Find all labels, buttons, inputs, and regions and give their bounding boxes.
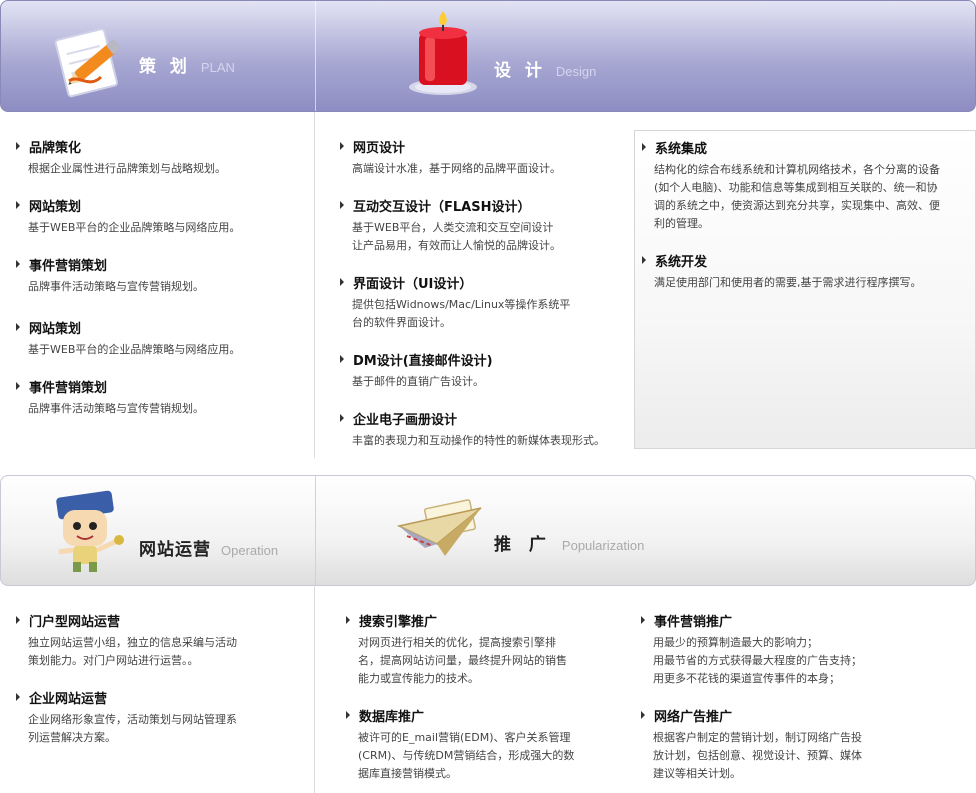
operation-item-title[interactable]: 门户型网站运营 — [29, 611, 120, 630]
plan-item-title[interactable]: 网站策划 — [29, 196, 81, 215]
plan-item-title[interactable]: 品牌策化 — [29, 137, 81, 156]
plan-item-title[interactable]: 事件营销策划 — [29, 255, 107, 274]
operation-item[interactable]: 企业网站运营 企业网络形象宣传，活动策划与网站管理系 列运营解决方案。 — [16, 688, 306, 747]
operation-subtitle: Operation — [221, 543, 279, 558]
design-header: 设 计 Design — [494, 56, 596, 81]
column-divider-bottom — [314, 586, 315, 793]
design-item-desc: 丰富的表现力和互动操作的特性的新媒体表现形式。 — [352, 434, 605, 447]
arrow-right-icon — [340, 278, 344, 286]
system-item-desc: 满足使用部门和使用者的需要,基于需求进行程序撰写。 — [654, 276, 922, 289]
arrow-right-icon — [16, 201, 20, 209]
system-item-desc: 结构化的综合布线系统和计算机网络技术，各个分离的设备 (如个人电脑)、功能和信息… — [654, 163, 940, 230]
arrow-right-icon — [16, 260, 20, 268]
arrow-right-icon — [16, 323, 20, 331]
arrow-right-icon — [16, 616, 20, 624]
system-item[interactable]: 系统开发 满足使用部门和使用者的需要,基于需求进行程序撰写。 — [642, 251, 972, 292]
plan-item[interactable]: 事件营销策划 品牌事件活动策略与宣传营销规划。 — [16, 377, 306, 418]
plan-header: 策 划 PLAN — [139, 52, 235, 77]
arrow-right-icon — [340, 201, 344, 209]
system-item-title[interactable]: 系统集成 — [655, 138, 707, 157]
operation-item-desc: 企业网络形象宣传，活动策划与网站管理系 列运营解决方案。 — [28, 713, 237, 744]
design-subtitle: Design — [555, 64, 597, 79]
cartoon-character-icon — [49, 490, 129, 580]
promotion-item-desc: 对网页进行相关的优化，提高搜索引擎排 名，提高网站访问量，最终提升网站的销售 能… — [358, 636, 567, 685]
plan-item-desc: 基于WEB平台的企业品牌策略与网络应用。 — [28, 343, 241, 356]
design-item-desc: 基于邮件的直销广告设计。 — [352, 375, 484, 388]
design-item[interactable]: DM设计(直接邮件设计) 基于邮件的直销广告设计。 — [340, 350, 630, 391]
arrow-right-icon — [641, 711, 645, 719]
column-divider-top — [314, 112, 315, 458]
operation-header: 网站运营 Operation — [139, 535, 278, 560]
plan-item-title[interactable]: 事件营销策划 — [29, 377, 107, 396]
design-item-desc: 高端设计水准，基于网络的品牌平面设计。 — [352, 162, 561, 175]
design-item-desc: 提供包括Widnows/Mac/Linux等操作系统平 台的软件界面设计。 — [352, 298, 571, 329]
promotion-item-title[interactable]: 搜索引擎推广 — [359, 611, 437, 630]
header-divider — [315, 1, 316, 111]
system-item[interactable]: 系统集成 结构化的综合布线系统和计算机网络技术，各个分离的设备 (如个人电脑)、… — [642, 138, 972, 233]
plan-item-desc: 品牌事件活动策略与宣传营销规划。 — [28, 402, 204, 415]
top-header-band: 策 划 PLAN 设 计 Design — [0, 0, 976, 112]
arrow-right-icon — [642, 143, 646, 151]
plan-item[interactable]: 网站策划 基于WEB平台的企业品牌策略与网络应用。 — [16, 318, 306, 359]
bottom-header-band: 网站运营 Operation 推 广 Popularization — [0, 475, 976, 586]
arrow-right-icon — [642, 256, 646, 264]
arrow-right-icon — [340, 355, 344, 363]
arrow-right-icon — [346, 711, 350, 719]
design-item[interactable]: 界面设计（UI设计） 提供包括Widnows/Mac/Linux等操作系统平 台… — [340, 273, 630, 332]
design-item-title[interactable]: 企业电子画册设计 — [353, 409, 457, 428]
operation-item-desc: 独立网站运营小组，独立的信息采编与活动 策划能力。对门户网站进行运营。。 — [28, 636, 237, 667]
promotion-item-desc: 根据客户制定的营销计划，制订网络广告投 放计划，包括创意、视觉设计、预算、媒体 … — [653, 731, 862, 780]
header-divider — [315, 476, 316, 585]
arrow-right-icon — [346, 616, 350, 624]
plan-subtitle: PLAN — [200, 60, 235, 75]
plan-item-desc: 基于WEB平台的企业品牌策略与网络应用。 — [28, 221, 241, 234]
arrow-right-icon — [16, 142, 20, 150]
promotion-item[interactable]: 网络广告推广 根据客户制定的营销计划，制订网络广告投 放计划，包括创意、视觉设计… — [641, 706, 961, 783]
plan-item[interactable]: 网站策划 基于WEB平台的企业品牌策略与网络应用。 — [16, 196, 306, 237]
plan-item[interactable]: 事件营销策划 品牌事件活动策略与宣传营销规划。 — [16, 255, 306, 296]
promotion-subtitle: Popularization — [561, 538, 645, 553]
plan-title: 策 划 — [139, 57, 191, 77]
system-item-title[interactable]: 系统开发 — [655, 251, 707, 270]
design-item[interactable]: 互动交互设计（FLASH设计） 基于WEB平台，人类交流和交互空间设计 让产品易… — [340, 196, 630, 255]
design-item[interactable]: 网页设计 高端设计水准，基于网络的品牌平面设计。 — [340, 137, 630, 178]
promotion-item[interactable]: 数据库推广 被许可的E_mail营销(EDM)、客户关系管理 (CRM)、与传统… — [346, 706, 636, 783]
plan-item[interactable]: 品牌策化 根据企业属性进行品牌策划与战略规划。 — [16, 137, 306, 178]
design-item-title[interactable]: 互动交互设计（FLASH设计） — [353, 196, 530, 215]
promotion-item-title[interactable]: 事件营销推广 — [654, 611, 732, 630]
design-title: 设 计 — [494, 61, 546, 81]
promotion-title: 推 广 — [494, 535, 552, 555]
promotion-item[interactable]: 搜索引擎推广 对网页进行相关的优化，提高搜索引擎排 名，提高网站访问量，最终提升… — [346, 611, 636, 688]
operation-item-title[interactable]: 企业网站运营 — [29, 688, 107, 707]
design-item-title[interactable]: 界面设计（UI设计） — [353, 273, 472, 292]
design-item[interactable]: 企业电子画册设计 丰富的表现力和互动操作的特性的新媒体表现形式。 — [340, 409, 632, 450]
promotion-item-title[interactable]: 网络广告推广 — [654, 706, 732, 725]
design-item-title[interactable]: DM设计(直接邮件设计) — [353, 350, 493, 369]
promotion-item-desc: 用最少的预算制造最大的影响力； 用最节省的方式获得最大程度的广告支持； 用更多不… — [653, 636, 862, 685]
design-item-desc: 基于WEB平台，人类交流和交互空间设计 让产品易用，有效而让人愉悦的品牌设计。 — [352, 221, 561, 252]
promotion-header: 推 广 Popularization — [494, 530, 644, 555]
design-item-title[interactable]: 网页设计 — [353, 137, 405, 156]
promotion-item-desc: 被许可的E_mail营销(EDM)、客户关系管理 (CRM)、与传统DM营销结合… — [358, 731, 575, 780]
arrow-right-icon — [340, 414, 344, 422]
arrow-right-icon — [641, 616, 645, 624]
plan-item-desc: 品牌事件活动策略与宣传营销规划。 — [28, 280, 204, 293]
paper-plane-envelope-icon — [396, 496, 487, 566]
pencil-paper-icon — [49, 19, 131, 107]
plan-item-desc: 根据企业属性进行品牌策划与战略规划。 — [28, 162, 226, 175]
plan-item-title[interactable]: 网站策划 — [29, 318, 81, 337]
operation-title: 网站运营 — [139, 540, 211, 560]
arrow-right-icon — [16, 382, 20, 390]
arrow-right-icon — [340, 142, 344, 150]
red-candle-icon — [405, 11, 481, 111]
arrow-right-icon — [16, 693, 20, 701]
operation-item[interactable]: 门户型网站运营 独立网站运营小组，独立的信息采编与活动 策划能力。对门户网站进行… — [16, 611, 306, 670]
promotion-item-title[interactable]: 数据库推广 — [359, 706, 424, 725]
promotion-item[interactable]: 事件营销推广 用最少的预算制造最大的影响力； 用最节省的方式获得最大程度的广告支… — [641, 611, 961, 688]
